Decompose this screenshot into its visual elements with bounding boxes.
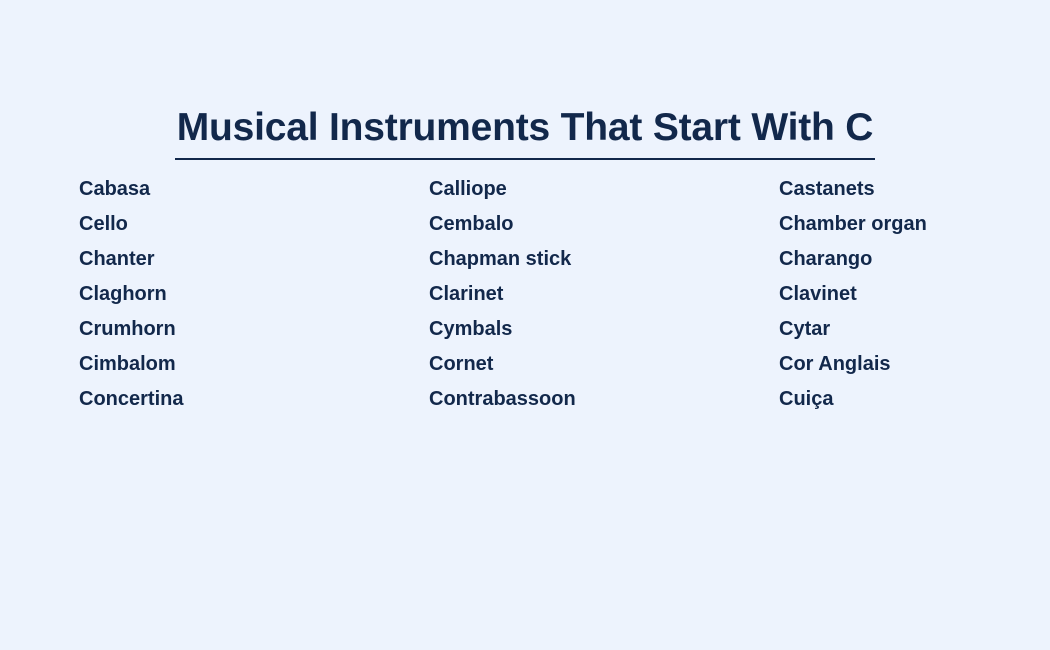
list-item: Cor Anglais xyxy=(779,353,891,375)
instrument-column-1: Cabasa Cello Chanter Claghorn Crumhorn C… xyxy=(79,172,429,417)
list-item: Charango xyxy=(779,248,873,270)
list-item: Cornet xyxy=(429,353,494,375)
list-item: Cabasa xyxy=(79,178,151,200)
list-item: Contrabassoon xyxy=(429,388,576,410)
page-title-container: Musical Instruments That Start With C xyxy=(0,78,1050,186)
instrument-list-page: Musical Instruments That Start With C Ca… xyxy=(0,0,1050,650)
list-item: Cymbals xyxy=(429,318,513,340)
list-item: Chamber organ xyxy=(779,213,927,235)
list-item: Clavinet xyxy=(779,283,857,305)
list-item: Cembalo xyxy=(429,213,514,235)
instrument-column-2: Calliope Cembalo Chapman stick Clarinet … xyxy=(429,172,779,417)
list-item: Chapman stick xyxy=(429,248,572,270)
list-item: Cello xyxy=(79,213,128,235)
list-item: Calliope xyxy=(429,178,507,200)
list-item: Concertina xyxy=(79,388,184,410)
list-item: Cimbalom xyxy=(79,353,176,375)
list-item: Chanter xyxy=(79,248,155,270)
list-item: Castanets xyxy=(779,178,875,200)
instrument-columns: Cabasa Cello Chanter Claghorn Crumhorn C… xyxy=(79,172,999,417)
page-title: Musical Instruments That Start With C xyxy=(174,104,876,161)
list-item: Clarinet xyxy=(429,283,504,305)
list-item: Claghorn xyxy=(79,283,167,305)
list-item: Crumhorn xyxy=(79,318,176,340)
list-item: Cytar xyxy=(779,318,831,340)
list-item: Cuiça xyxy=(779,388,834,410)
instrument-column-3: Castanets Chamber organ Charango Clavine… xyxy=(779,172,999,417)
